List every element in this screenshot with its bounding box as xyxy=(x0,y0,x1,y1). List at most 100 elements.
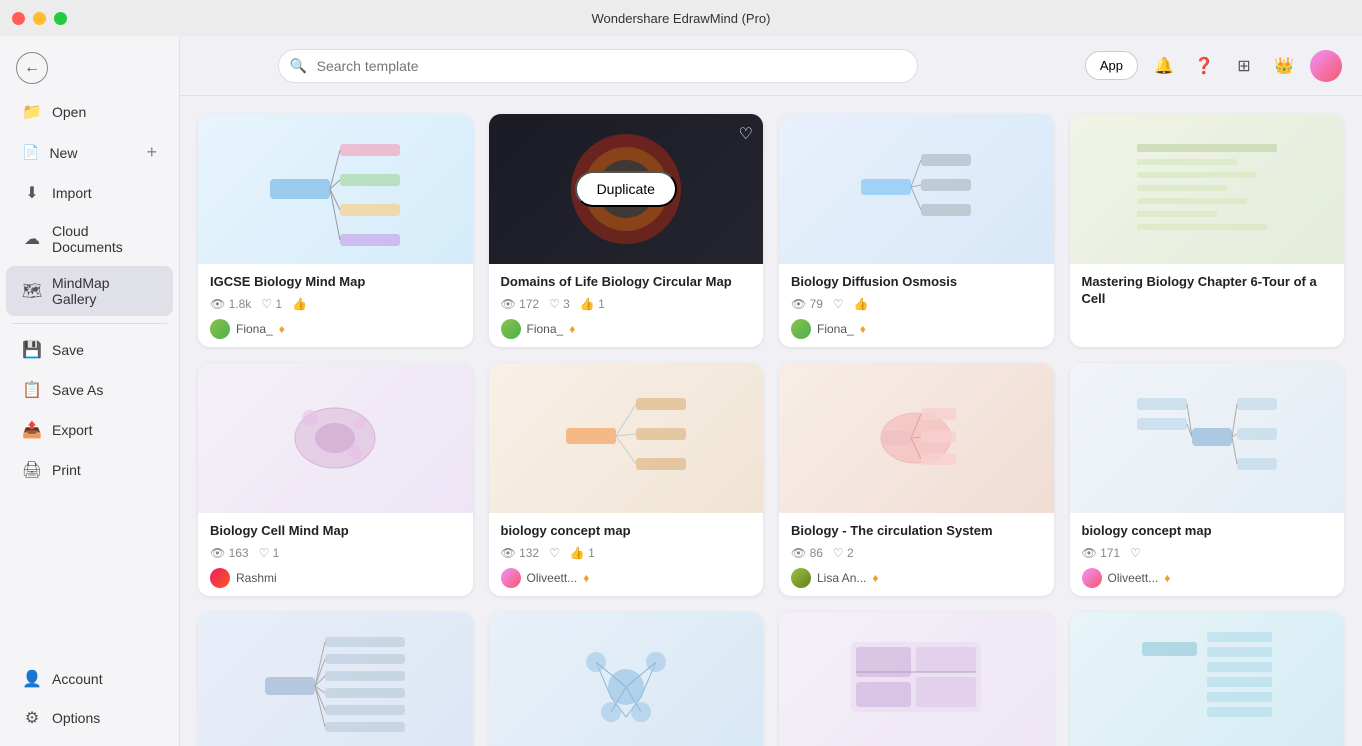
card-grid: IGCSE Biology Mind Map 👁 1.8k ♡ 1 👍 Fion… xyxy=(180,96,1362,746)
card-author-circulation: Lisa An... ♦ xyxy=(791,568,1042,588)
card-thumb-mastering xyxy=(1070,114,1345,264)
avatar[interactable] xyxy=(1310,50,1342,82)
card-title-domains: Domains of Life Biology Circular Map xyxy=(501,274,752,291)
app-button[interactable]: App xyxy=(1085,51,1138,80)
views-bioconcept2: 👁 171 xyxy=(1082,546,1121,560)
sidebar-item-new[interactable]: 📄 New + xyxy=(6,133,173,172)
card-thumb-circulation xyxy=(779,363,1054,513)
card-meta-concept: 👁 132 ♡ 👍 1 xyxy=(501,546,752,560)
card-title-bio-cell: Biology Cell Mind Map xyxy=(210,523,461,540)
sidebar: ← 📁 Open 📄 New + ⬇ Import ☁ Cloud Docume… xyxy=(0,36,180,746)
card-thumb-concept xyxy=(489,363,764,513)
card-bioconcept2[interactable]: biology concept map 👁 171 ♡ Oliveett... … xyxy=(1070,363,1345,596)
card-title-mastering: Mastering Biology Chapter 6-Tour of a Ce… xyxy=(1082,274,1333,308)
sidebar-item-open[interactable]: 📁 Open xyxy=(6,93,173,131)
likes-circulation: ♡ 2 xyxy=(833,546,854,560)
gold-badge-concept: ♦ xyxy=(583,571,589,585)
card-diffusion[interactable]: Biology Diffusion Osmosis 👁 79 ♡ 👍 Fiona… xyxy=(779,114,1054,347)
card-bio-cell[interactable]: Biology Cell Mind Map 👁 163 ♡ 1 Rashmi xyxy=(198,363,473,596)
help-icon[interactable]: ❓ xyxy=(1190,52,1218,80)
author-avatar-circulation xyxy=(791,568,811,588)
maximize-button[interactable] xyxy=(54,12,67,25)
sidebar-divider xyxy=(12,323,167,324)
card-thumb-igcse xyxy=(198,114,473,264)
card-meta-igcse: 👁 1.8k ♡ 1 👍 xyxy=(210,297,461,311)
card-body-bio-cell: Biology Cell Mind Map 👁 163 ♡ 1 Rashmi xyxy=(198,513,473,596)
likes-domains: ♡ 3 xyxy=(549,297,570,311)
author-avatar-domains xyxy=(501,319,521,339)
search-icon: 🔍 xyxy=(290,57,307,74)
card-author-diffusion: Fiona_ ♦ xyxy=(791,319,1042,339)
card-title-bioconcept2: biology concept map xyxy=(1082,523,1333,540)
sidebar-item-mindmap[interactable]: 🗺 MindMap Gallery xyxy=(6,266,173,316)
close-button[interactable] xyxy=(12,12,25,25)
titlebar: Wondershare EdrawMind (Pro) xyxy=(0,0,1362,36)
sidebar-item-cloud[interactable]: ☁ Cloud Documents xyxy=(6,214,173,264)
card-reproduction[interactable]: biology reproduction 👁 865 ♡ 4 👍 1 Roy M… xyxy=(198,612,473,746)
thumb-svg-bottom xyxy=(1132,622,1282,746)
card-title-igcse: IGCSE Biology Mind Map xyxy=(210,274,461,291)
thumb-svg-sixkingdoms xyxy=(551,622,701,746)
card-meta-bio-cell: 👁 163 ♡ 1 xyxy=(210,546,461,560)
notification-icon[interactable]: 🔔 xyxy=(1150,52,1178,80)
account-label: Account xyxy=(52,671,157,687)
sidebar-item-export[interactable]: 📤 Export xyxy=(6,411,173,449)
card-mastering[interactable]: Mastering Biology Chapter 6-Tour of a Ce… xyxy=(1070,114,1345,347)
card-domains[interactable]: Life Duplicate ♡ Domains of Life Biology… xyxy=(489,114,764,347)
card-menstrual[interactable]: Biology Menstrual Cycle 👁 85 ♡ 1 Fiona_ … xyxy=(779,612,1054,746)
views-domains: 👁 172 xyxy=(501,297,540,311)
card-title-diffusion: Biology Diffusion Osmosis xyxy=(791,274,1042,291)
card-meta-diffusion: 👁 79 ♡ 👍 xyxy=(791,297,1042,311)
sidebar-item-account[interactable]: 👤 Account xyxy=(6,660,173,698)
import-icon: ⬇ xyxy=(22,183,42,203)
crown-icon[interactable]: 👑 xyxy=(1270,52,1298,80)
import-label: Import xyxy=(52,185,157,201)
thumbs-domains: 👍 1 xyxy=(580,297,605,311)
views-concept: 👁 132 xyxy=(501,546,540,560)
sidebar-item-options[interactable]: ⚙ Options xyxy=(6,699,173,737)
traffic-lights xyxy=(12,12,67,25)
card-concept[interactable]: biology concept map 👁 132 ♡ 👍 1 Oliveett… xyxy=(489,363,764,596)
thumb-svg-concept xyxy=(551,373,701,503)
card-bottom[interactable] xyxy=(1070,612,1345,746)
card-igcse[interactable]: IGCSE Biology Mind Map 👁 1.8k ♡ 1 👍 Fion… xyxy=(198,114,473,347)
thumb-svg-bioconcept2 xyxy=(1132,373,1282,503)
card-body-circulation: Biology - The circulation System 👁 86 ♡ … xyxy=(779,513,1054,596)
minimize-button[interactable] xyxy=(33,12,46,25)
sidebar-item-print[interactable]: 🖨 Print xyxy=(6,451,173,489)
thumbs-igcse: 👍 xyxy=(292,297,307,311)
views-bio-cell: 👁 163 xyxy=(210,546,249,560)
mindmap-label: MindMap Gallery xyxy=(52,275,157,307)
save-label: Save xyxy=(52,342,157,358)
card-body-bioconcept2: biology concept map 👁 171 ♡ Oliveett... … xyxy=(1070,513,1345,596)
likes-bioconcept2: ♡ xyxy=(1130,546,1141,560)
card-body-mastering: Mastering Biology Chapter 6-Tour of a Ce… xyxy=(1070,264,1345,322)
sidebar-item-saveas[interactable]: 📋 Save As xyxy=(6,371,173,409)
sidebar-item-save[interactable]: 💾 Save xyxy=(6,331,173,369)
card-thumb-diffusion xyxy=(779,114,1054,264)
gold-badge-circulation: ♦ xyxy=(872,571,878,585)
card-thumb-domains: Life Duplicate ♡ xyxy=(489,114,764,264)
search-input[interactable] xyxy=(278,49,918,83)
duplicate-button[interactable]: Duplicate xyxy=(575,171,677,207)
author-name-bioconcept2: Oliveett... xyxy=(1108,571,1159,585)
card-thumb-menstrual xyxy=(779,612,1054,746)
likes-diffusion: ♡ xyxy=(833,297,844,311)
print-icon: 🖨 xyxy=(22,460,42,480)
card-sixkingdoms[interactable]: Six Kingdoms of Biology Mind Map 👁 390 ♡… xyxy=(489,612,764,746)
back-nav[interactable]: ← xyxy=(0,44,179,92)
options-label: Options xyxy=(52,710,157,726)
sidebar-item-import[interactable]: ⬇ Import xyxy=(6,174,173,212)
card-circulation[interactable]: Biology - The circulation System 👁 86 ♡ … xyxy=(779,363,1054,596)
thumb-svg-diffusion xyxy=(841,124,991,254)
thumb-svg-menstrual xyxy=(841,622,991,746)
thumb-svg-bio-cell xyxy=(260,373,410,503)
author-name-circulation: Lisa An... xyxy=(817,571,866,585)
card-body-diffusion: Biology Diffusion Osmosis 👁 79 ♡ 👍 Fiona… xyxy=(779,264,1054,347)
grid-icon[interactable]: ⊞ xyxy=(1230,52,1258,80)
gold-badge-igcse: ♦ xyxy=(279,322,285,336)
back-button[interactable]: ← xyxy=(16,52,48,84)
likes-concept: ♡ xyxy=(549,546,560,560)
views-diffusion: 👁 79 xyxy=(791,297,823,311)
card-meta-bioconcept2: 👁 171 ♡ xyxy=(1082,546,1333,560)
